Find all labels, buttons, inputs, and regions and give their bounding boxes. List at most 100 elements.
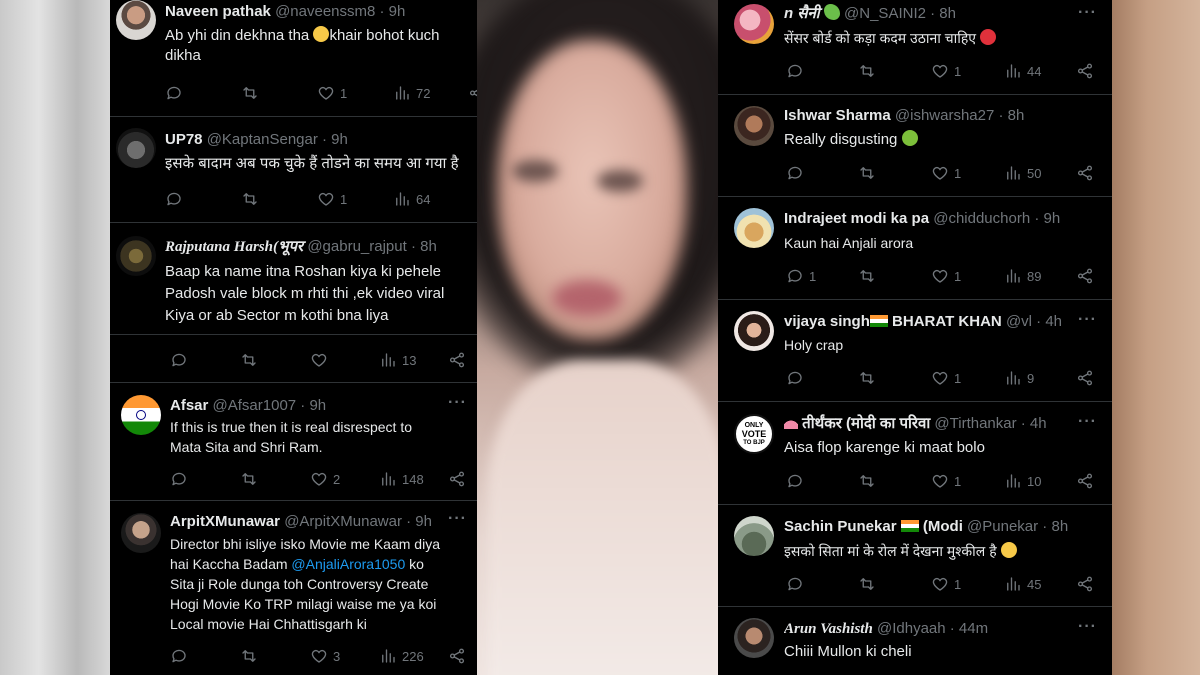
retweet-button[interactable] [858,266,881,286]
views-button[interactable]: 44 [1004,61,1041,81]
retweet-button[interactable] [858,574,881,594]
avatar[interactable] [121,395,161,435]
tweet-item[interactable]: Naveen pathak @naveenssm8 · 9h Ab yhi di… [110,0,477,117]
author-name[interactable]: UP78 [165,131,203,148]
retweet-button[interactable] [858,471,881,491]
reply-button[interactable] [786,61,809,81]
author-handle[interactable]: @ishwarsha27 · 8h [895,107,1024,124]
author-name[interactable]: तीर्थंकर (मोदी का परिवा [802,415,930,432]
more-icon[interactable]: ··· [1078,413,1097,431]
tweet-item[interactable]: Ishwar Sharma @ishwarsha27 · 8h Really d… [718,94,1112,197]
tweet-item[interactable]: Afsar @Afsar1007 · 9h ··· If this is tru… [110,382,477,501]
like-button[interactable]: 3 [310,646,340,666]
retweet-button[interactable] [241,83,264,103]
reply-button[interactable] [786,368,809,388]
retweet-button[interactable] [240,350,263,370]
reply-button[interactable] [786,163,809,183]
avatar[interactable] [734,208,774,248]
more-icon[interactable]: ··· [1078,4,1097,22]
avatar[interactable] [116,236,156,276]
views-button[interactable]: 64 [393,189,430,209]
avatar[interactable] [734,618,774,658]
author-handle[interactable]: @Punekar · 8h [967,518,1068,535]
views-button[interactable]: 226 [379,646,424,666]
share-button[interactable] [468,83,477,103]
author-handle[interactable]: @N_SAINI2 · 8h [844,5,956,22]
views-button[interactable]: 9 [1004,368,1034,388]
views-button[interactable]: 45 [1004,574,1041,594]
views-button[interactable]: 89 [1004,266,1041,286]
retweet-button[interactable] [241,189,264,209]
left-reply-column[interactable]: Naveen pathak @naveenssm8 · 9h Ab yhi di… [110,0,477,675]
views-button[interactable]: 148 [379,469,424,489]
retweet-button[interactable] [858,368,881,388]
tweet-item[interactable]: vijaya singh BHARAT KHAN @vl · 4h ··· Ho… [718,299,1112,402]
retweet-button[interactable] [858,163,881,183]
views-button[interactable]: 10 [1004,471,1041,491]
more-icon[interactable]: ··· [1078,311,1097,329]
author-name[interactable]: Naveen pathak [165,3,271,20]
mention-link[interactable]: @AnjaliArora1050 [291,556,405,572]
share-button[interactable] [1076,574,1094,594]
avatar[interactable] [116,128,156,168]
author-handle[interactable]: @Idhyaah · 44m [877,620,988,637]
author-name[interactable]: Indrajeet modi ka pa [784,210,929,227]
tweet-item[interactable]: ArpitXMunawar @ArpitXMunawar · 9h ··· Di… [110,500,477,675]
reply-button[interactable] [170,646,193,666]
reply-button[interactable]: 1 [786,266,816,286]
more-icon[interactable]: ··· [448,510,467,528]
avatar[interactable] [734,311,774,351]
tweet-item[interactable]: UP78 @KaptanSengar · 9h इसके बादाम अब पक… [110,116,477,223]
author-name[interactable]: vijaya singh [784,313,870,330]
share-button[interactable] [448,646,466,666]
more-icon[interactable]: ··· [1078,618,1097,636]
reply-button[interactable] [786,574,809,594]
tweet-item[interactable]: Sachin Punekar (Modi @Punekar · 8h इसको … [718,504,1112,607]
author-name[interactable]: Ishwar Sharma [784,107,891,124]
like-button[interactable]: 1 [931,163,961,183]
tweet-item[interactable]: Arun Vashisth @Idhyaah · 44m ··· Chiii M… [718,606,1112,675]
reply-button[interactable] [170,350,193,370]
tweet-item[interactable]: Rajputana Harsh(भूपर @gabru_rajput · 8h … [110,222,477,335]
share-button[interactable] [448,469,466,489]
author-name[interactable]: Afsar [170,397,208,414]
author-handle[interactable]: @KaptanSengar · 9h [207,131,348,148]
author-handle[interactable]: @Afsar1007 · 9h [213,397,327,414]
views-button[interactable]: 50 [1004,163,1041,183]
author-handle[interactable]: @vl · 4h [1006,313,1062,330]
author-handle[interactable]: @Tirthankar · 4h [934,415,1046,432]
author-handle[interactable]: @ArpitXMunawar · 9h [284,513,432,530]
author-handle[interactable]: @chidduchorh · 9h [933,210,1060,227]
avatar[interactable] [734,106,774,146]
views-button[interactable]: 13 [379,350,416,370]
author-handle[interactable]: @gabru_rajput · 8h [307,238,436,255]
retweet-button[interactable] [240,646,263,666]
author-name[interactable]: ArpitXMunawar [170,513,280,530]
like-button[interactable]: 1 [931,266,961,286]
author-name[interactable]: Arun Vashisth [784,621,873,637]
retweet-button[interactable] [858,61,881,81]
author-name[interactable]: n सैनी [784,5,820,22]
like-button[interactable] [310,350,333,370]
share-button[interactable] [1076,163,1094,183]
reply-button[interactable] [165,83,188,103]
author-handle[interactable]: @naveenssm8 · 9h [275,3,405,20]
author-name[interactable]: Sachin Punekar [784,518,897,535]
avatar[interactable] [121,513,161,553]
reply-button[interactable] [786,471,809,491]
like-button[interactable]: 2 [310,469,340,489]
more-icon[interactable]: ··· [448,394,467,412]
like-button[interactable]: 1 [317,189,347,209]
avatar[interactable] [116,0,156,40]
author-name[interactable]: Rajputana Harsh(भूपर [165,239,303,255]
like-button[interactable]: 1 [931,574,961,594]
retweet-button[interactable] [240,469,263,489]
share-button[interactable] [1076,61,1094,81]
avatar[interactable]: ONLY VOTE TO BJP [734,414,774,454]
like-button[interactable]: 1 [317,83,347,103]
tweet-item[interactable]: Indrajeet modi ka pa @chidduchorh · 9h K… [718,196,1112,300]
like-button[interactable]: 1 [931,471,961,491]
reply-button[interactable] [170,469,193,489]
tweet-item[interactable]: ONLY VOTE TO BJP तीर्थंकर (मोदी का परिवा… [718,401,1112,505]
share-button[interactable] [1076,266,1094,286]
